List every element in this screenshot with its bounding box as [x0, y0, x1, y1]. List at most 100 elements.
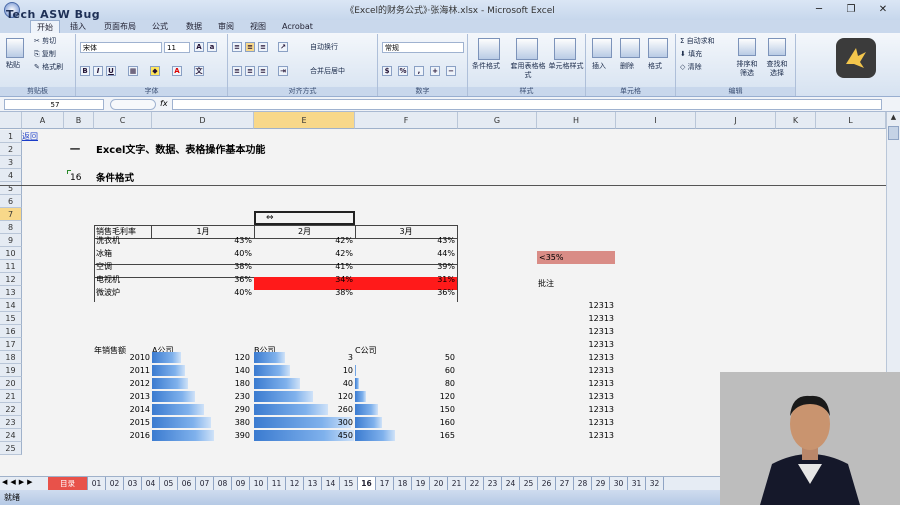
tab-data[interactable]: 数据 [180, 20, 208, 33]
sheet-tab-20[interactable]: 20 [430, 477, 448, 490]
sheet-tab-01[interactable]: 01 [88, 477, 106, 490]
align-right-icon[interactable]: ≡ [258, 66, 268, 76]
sheet-tab-08[interactable]: 08 [214, 477, 232, 490]
selected-cell[interactable]: ⇔ [254, 211, 355, 225]
row-header-15[interactable]: 15 [0, 312, 22, 325]
row-header-12[interactable]: 12 [0, 273, 22, 286]
row-header-1[interactable]: 1 [0, 130, 22, 143]
sheet-tab-目录[interactable]: 目录 [48, 477, 88, 490]
sheet-tab-32[interactable]: 32 [646, 477, 664, 490]
sheet-tab-29[interactable]: 29 [592, 477, 610, 490]
row-header-19[interactable]: 19 [0, 364, 22, 377]
sheet-tab-03[interactable]: 03 [124, 477, 142, 490]
delete-cells-button[interactable]: 删除 [620, 62, 634, 71]
tab-view[interactable]: 视图 [244, 20, 272, 33]
column-header-e[interactable]: E [254, 112, 355, 129]
row-header-24[interactable]: 24 [0, 429, 22, 442]
row-header-2[interactable]: 2 [0, 143, 22, 156]
clear-button[interactable]: ◇ 清除 [680, 63, 702, 72]
sheet-tab-06[interactable]: 06 [178, 477, 196, 490]
row-header-9[interactable]: 9 [0, 234, 22, 247]
name-box[interactable]: 57 [4, 99, 104, 110]
row-header-3[interactable]: 3 [0, 156, 22, 169]
align-middle-icon[interactable]: ≡ [245, 42, 255, 52]
sheet-tab-25[interactable]: 25 [520, 477, 538, 490]
sheet-tab-27[interactable]: 27 [556, 477, 574, 490]
row-header-23[interactable]: 23 [0, 416, 22, 429]
phonetic-icon[interactable]: 文 [194, 66, 204, 76]
orientation-icon[interactable]: ↗ [278, 42, 288, 52]
sheet-tab-05[interactable]: 05 [160, 477, 178, 490]
sheet-tab-24[interactable]: 24 [502, 477, 520, 490]
row-header-11[interactable]: 11 [0, 260, 22, 273]
format-table-button[interactable]: 套用表格格式 [510, 62, 546, 80]
row-header-18[interactable]: 18 [0, 351, 22, 364]
column-header-d[interactable]: D [152, 112, 254, 129]
sheet-tab-04[interactable]: 04 [142, 477, 160, 490]
underline-icon[interactable]: U [106, 66, 116, 76]
sheet-tab-07[interactable]: 07 [196, 477, 214, 490]
format-painter-button[interactable]: ✎ 格式刷 [34, 63, 63, 72]
row-header-10[interactable]: 10 [0, 247, 22, 260]
sheet-tab-16[interactable]: 16 [358, 477, 376, 490]
sheet-tab-21[interactable]: 21 [448, 477, 466, 490]
sheet-tab-14[interactable]: 14 [322, 477, 340, 490]
tab-review[interactable]: 审阅 [212, 20, 240, 33]
find-select-icon[interactable] [768, 38, 786, 56]
column-header-b[interactable]: B [64, 112, 94, 129]
row-header-25[interactable]: 25 [0, 442, 22, 455]
fx-icon[interactable]: fx [160, 99, 168, 108]
align-top-icon[interactable]: ≡ [232, 42, 242, 52]
sheet-tab-31[interactable]: 31 [628, 477, 646, 490]
fill-button[interactable]: ⬇ 填充 [680, 50, 702, 59]
sheet-tab-18[interactable]: 18 [394, 477, 412, 490]
format-cells-button[interactable]: 格式 [648, 62, 662, 71]
conditional-format-icon[interactable] [478, 38, 500, 60]
row-header-8[interactable]: 8 [0, 221, 22, 234]
column-header-f[interactable]: F [355, 112, 458, 129]
border-icon[interactable]: ▦ [128, 66, 138, 76]
sheet-tab-26[interactable]: 26 [538, 477, 556, 490]
row-header-6[interactable]: 6 [0, 195, 22, 208]
back-link[interactable]: 返回 [22, 130, 38, 143]
scroll-up-icon[interactable]: ▲ [888, 113, 899, 123]
decrease-decimal-icon[interactable]: − [446, 66, 456, 76]
minimize-icon[interactable]: ─ [810, 2, 828, 17]
cell-styles-icon[interactable] [554, 38, 576, 60]
shrink-font-icon[interactable]: a [207, 42, 217, 52]
bold-icon[interactable]: B [80, 66, 90, 76]
row-header-13[interactable]: 13 [0, 286, 22, 299]
column-header-l[interactable]: L [816, 112, 886, 129]
column-header-j[interactable]: J [696, 112, 776, 129]
autosum-button[interactable]: Σ 自动求和 [680, 37, 715, 46]
sheet-tab-13[interactable]: 13 [304, 477, 322, 490]
sort-filter-icon[interactable] [738, 38, 756, 56]
paste-icon[interactable] [6, 38, 24, 58]
sheet-tab-19[interactable]: 19 [412, 477, 430, 490]
insert-cells-button[interactable]: 插入 [592, 62, 606, 71]
cut-button[interactable]: ✂ 剪切 [34, 37, 56, 46]
conditional-format-button[interactable]: 条件格式 [472, 62, 500, 71]
align-left-icon[interactable]: ≡ [232, 66, 242, 76]
row-header-21[interactable]: 21 [0, 390, 22, 403]
tab-nav-icon[interactable]: ◀◀▶▶ [2, 478, 36, 486]
delete-cells-icon[interactable] [620, 38, 640, 58]
sheet-tab-15[interactable]: 15 [340, 477, 358, 490]
close-icon[interactable]: ✕ [874, 2, 892, 17]
tab-page-layout[interactable]: 页面布局 [98, 20, 142, 33]
merge-center-button[interactable]: 合并后居中 [310, 67, 345, 76]
align-center-icon[interactable]: ≡ [245, 66, 255, 76]
row-header-20[interactable]: 20 [0, 377, 22, 390]
sheet-tab-02[interactable]: 02 [106, 477, 124, 490]
row-header-17[interactable]: 17 [0, 338, 22, 351]
sheet-tab-28[interactable]: 28 [574, 477, 592, 490]
formula-input[interactable] [172, 99, 882, 110]
cell-styles-button[interactable]: 单元格样式 [548, 62, 584, 71]
font-color-icon[interactable]: A [172, 66, 182, 76]
indent-icon[interactable]: ⇥ [278, 66, 288, 76]
comma-icon[interactable]: , [414, 66, 424, 76]
maximize-icon[interactable]: ❐ [842, 2, 860, 17]
font-size-select[interactable]: 11 [164, 42, 190, 53]
sort-filter-button[interactable]: 排序和筛选 [734, 60, 760, 78]
column-header-k[interactable]: K [776, 112, 816, 129]
